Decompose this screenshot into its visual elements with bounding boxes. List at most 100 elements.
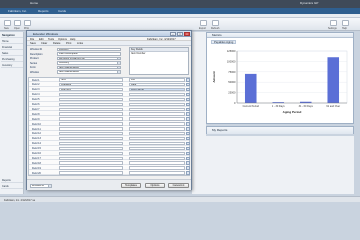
- nav-item-cards[interactable]: Cards: [1, 184, 23, 189]
- field-type-cell[interactable]: [129, 161, 185, 165]
- field-name-cell[interactable]: [59, 171, 123, 175]
- field-type-cell[interactable]: [129, 141, 185, 146]
- bar[interactable]: [244, 73, 257, 103]
- field-options-button[interactable]: [186, 87, 190, 92]
- minimize-icon[interactable]: –: [170, 32, 176, 36]
- print-button[interactable]: [24, 20, 31, 26]
- field-options-button[interactable]: [186, 122, 190, 126]
- field-name-cell[interactable]: [59, 112, 123, 116]
- field-name-cell[interactable]: [59, 92, 123, 97]
- browser-tab[interactable]: Home: [30, 1, 38, 5]
- field-name-cell[interactable]: [59, 97, 123, 102]
- nav-item-inventory[interactable]: Inventory: [1, 63, 23, 68]
- field-type-cell[interactable]: [129, 107, 185, 111]
- help-button[interactable]: [342, 20, 349, 26]
- field-type-cell[interactable]: List: [129, 78, 185, 82]
- refresh-button[interactable]: [212, 20, 219, 26]
- field-type-cell[interactable]: [129, 102, 185, 107]
- series-dropdown[interactable]: Inventory: [57, 61, 121, 65]
- my-reports-title[interactable]: My Reports: [207, 127, 353, 134]
- breadcrumb-item[interactable]: Fabrikam, Inc.: [8, 9, 27, 13]
- field-options-button[interactable]: [186, 156, 190, 160]
- chevron-down-icon[interactable]: [48, 185, 51, 187]
- field-name-cell[interactable]: Size: [59, 78, 123, 82]
- maximize-icon[interactable]: □: [177, 32, 183, 36]
- field-name-cell[interactable]: [59, 156, 123, 160]
- field-options-button[interactable]: [186, 78, 190, 82]
- form-dropdown[interactable]: Item Maintenance: [57, 65, 121, 70]
- field-options-button[interactable]: [186, 102, 190, 107]
- field-name-cell[interactable]: [59, 102, 123, 107]
- field-type-cell[interactable]: [129, 92, 185, 97]
- field-name-cell[interactable]: [59, 146, 123, 151]
- field-type-cell[interactable]: [129, 112, 185, 116]
- open-button[interactable]: [14, 20, 21, 26]
- nav-item-financial[interactable]: Financial: [1, 45, 23, 50]
- product-dropdown[interactable]: Microsoft Dynamics GP: [57, 56, 121, 61]
- close-icon[interactable]: ×: [184, 32, 190, 36]
- links-button[interactable]: Links: [77, 42, 83, 45]
- breadcrumb-item[interactable]: Reports: [38, 9, 49, 13]
- field-name-cell[interactable]: Available: [59, 83, 123, 87]
- window-dropdown[interactable]: Item Maintenance: [57, 70, 121, 74]
- key-fields-list[interactable]: Key Fields Item Number: [129, 47, 189, 75]
- field-type-cell[interactable]: [129, 122, 185, 126]
- field-name-cell[interactable]: [59, 127, 123, 131]
- chevron-down-icon[interactable]: [117, 57, 120, 60]
- sort-dropdown[interactable]: Window ID: [30, 184, 52, 188]
- field-type-cell[interactable]: Long String: [129, 87, 185, 92]
- nav-item-sales[interactable]: Sales: [1, 51, 23, 56]
- field-name-cell[interactable]: [59, 151, 123, 156]
- options-button[interactable]: Options: [145, 183, 165, 188]
- chevron-down-icon[interactable]: [117, 62, 120, 64]
- key-field-item[interactable]: Item Number: [130, 52, 188, 55]
- field-type-cell[interactable]: [129, 146, 185, 151]
- save-button[interactable]: Save: [30, 42, 36, 45]
- field-type-cell[interactable]: [129, 97, 185, 102]
- field-options-button[interactable]: [186, 97, 190, 102]
- field-options-button[interactable]: [186, 112, 190, 116]
- breadcrumb-item[interactable]: Cards: [58, 9, 66, 13]
- clear-button[interactable]: Clear: [41, 42, 47, 45]
- nav-item-purchasing[interactable]: Purchasing: [1, 57, 23, 62]
- field-options-button[interactable]: [186, 107, 190, 111]
- description-field[interactable]: Palm Description: [57, 52, 121, 56]
- field-type-cell[interactable]: [129, 136, 185, 141]
- chevron-down-icon[interactable]: [117, 71, 120, 73]
- settings-button[interactable]: [330, 20, 337, 26]
- field-options-button[interactable]: [186, 92, 190, 97]
- field-options-button[interactable]: [186, 117, 190, 121]
- print-button[interactable]: Print: [66, 42, 71, 45]
- nav-item-reports[interactable]: Reports: [1, 178, 23, 183]
- field-type-cell[interactable]: Date: [129, 83, 185, 87]
- window-id-field[interactable]: PALM03: [57, 47, 121, 52]
- field-name-cell[interactable]: [59, 132, 123, 136]
- chevron-down-icon[interactable]: [117, 66, 120, 69]
- field-options-button[interactable]: [186, 141, 190, 146]
- metrics-selector[interactable]: Payables Aging: [211, 40, 237, 44]
- field-type-cell[interactable]: [129, 127, 185, 131]
- field-name-cell[interactable]: [59, 136, 123, 141]
- field-type-cell[interactable]: [129, 151, 185, 156]
- field-type-cell[interactable]: [129, 166, 185, 170]
- bar[interactable]: [327, 57, 340, 103]
- new-button[interactable]: [4, 20, 11, 26]
- field-options-button[interactable]: [186, 161, 190, 165]
- templates-button[interactable]: Templates: [121, 183, 141, 188]
- field-options-button[interactable]: [186, 146, 190, 151]
- field-name-cell[interactable]: [59, 122, 123, 126]
- field-name-cell[interactable]: [59, 141, 123, 146]
- field-options-button[interactable]: [186, 127, 190, 131]
- field-options-button[interactable]: [186, 151, 190, 156]
- field-options-button[interactable]: [186, 132, 190, 136]
- field-name-cell[interactable]: [59, 117, 123, 121]
- field-options-button[interactable]: [186, 166, 190, 170]
- delete-button[interactable]: Delete: [53, 42, 61, 45]
- field-name-cell[interactable]: Warranty: [59, 87, 123, 92]
- cancel-int-button[interactable]: Cancel-Int: [168, 183, 189, 188]
- field-options-button[interactable]: [186, 136, 190, 141]
- field-name-cell[interactable]: [59, 107, 123, 111]
- field-type-cell[interactable]: [129, 132, 185, 136]
- export-button[interactable]: [200, 20, 207, 26]
- field-name-cell[interactable]: [59, 166, 123, 170]
